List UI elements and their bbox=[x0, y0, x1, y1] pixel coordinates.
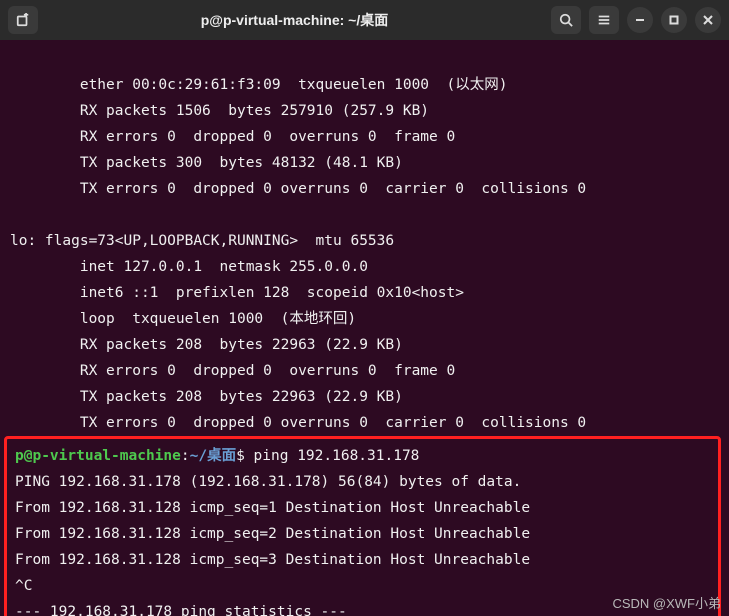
watermark: CSDN @XWF小弟 bbox=[612, 593, 721, 612]
terminal-output-top: ether 00:0c:29:61:f3:09 txqueuelen 1000 … bbox=[10, 72, 719, 436]
command-text: ping 192.168.31.178 bbox=[254, 448, 420, 464]
search-button[interactable] bbox=[551, 6, 581, 34]
titlebar-right bbox=[551, 6, 721, 34]
highlighted-region: p@p-virtual-machine:~/桌面$ ping 192.168.3… bbox=[4, 436, 721, 616]
prompt-path: ~/桌面 bbox=[190, 448, 236, 464]
maximize-button[interactable] bbox=[661, 7, 687, 33]
prompt-line: p@p-virtual-machine:~/桌面$ ping 192.168.3… bbox=[15, 448, 419, 464]
titlebar: p@p-virtual-machine: ~/桌面 bbox=[0, 0, 729, 40]
prompt-user: p@p-virtual-machine bbox=[15, 448, 181, 464]
terminal-output-box: PING 192.168.31.178 (192.168.31.178) 56(… bbox=[15, 469, 710, 616]
minimize-button[interactable] bbox=[627, 7, 653, 33]
prompt-sep1: : bbox=[181, 448, 190, 464]
new-tab-button[interactable] bbox=[8, 6, 38, 34]
prompt-sep2: $ bbox=[236, 448, 253, 464]
close-button[interactable] bbox=[695, 7, 721, 33]
window-title: p@p-virtual-machine: ~/桌面 bbox=[46, 10, 543, 30]
terminal-area[interactable]: ether 00:0c:29:61:f3:09 txqueuelen 1000 … bbox=[0, 40, 729, 616]
menu-button[interactable] bbox=[589, 6, 619, 34]
